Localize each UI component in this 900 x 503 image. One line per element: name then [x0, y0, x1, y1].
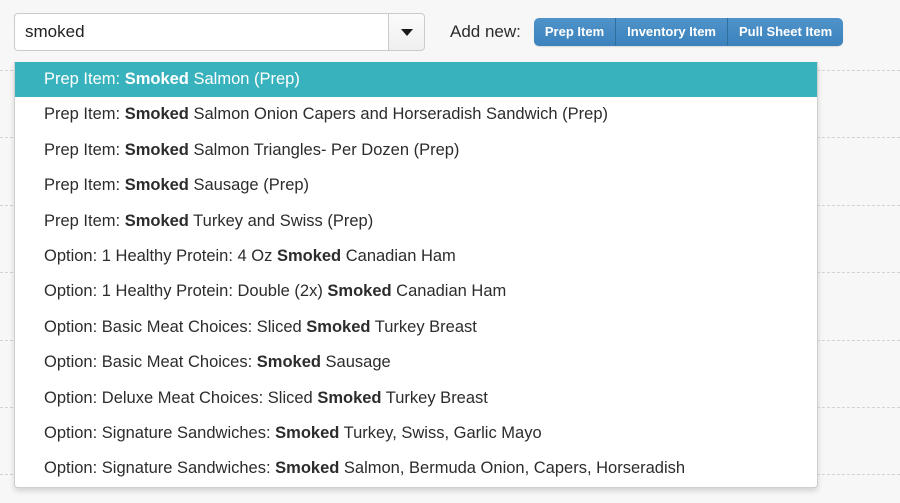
toolbar: Add new: Prep ItemInventory ItemPull She…	[0, 0, 900, 62]
add-new-button-prep-item[interactable]: Prep Item	[533, 18, 617, 46]
result-match-term: Smoked	[276, 246, 342, 265]
result-row[interactable]: Option: 1 Healthy Protein: 4 Oz Smoked C…	[15, 239, 817, 274]
result-suffix: Sausage (Prep)	[188, 176, 310, 195]
caret-down-icon	[400, 28, 413, 36]
result-prefix: Option: Signature Sandwiches:	[44, 459, 276, 478]
result-prefix: Prep Item:	[44, 105, 125, 124]
result-prefix: Option: 1 Healthy Protein: Double (2x)	[44, 282, 328, 301]
result-row-selected[interactable]: Prep Item: Smoked Salmon (Prep)	[15, 62, 817, 98]
result-match-term: Smoked	[317, 388, 382, 407]
result-prefix: Option: Basic Meat Choices:	[44, 353, 257, 372]
add-new-button-group: Prep Item Inventory Item Pull Sheet Item	[533, 18, 844, 46]
result-row[interactable]: Option: 1 Healthy Protein: Double (2x) S…	[15, 274, 817, 309]
result-suffix: Canadian Ham	[391, 282, 507, 301]
search-input[interactable]	[14, 13, 388, 51]
result-prefix: Prep Item:	[44, 176, 125, 195]
result-row[interactable]: Prep Item: Smoked Salmon Onion Capers an…	[15, 97, 817, 132]
result-suffix: Salmon Onion Capers and Horseradish Sand…	[188, 105, 609, 124]
result-row[interactable]: Prep Item: Smoked Turkey and Swiss (Prep…	[15, 204, 817, 239]
result-suffix: Canadian Ham	[341, 246, 456, 265]
result-suffix: Turkey Breast	[381, 388, 488, 407]
result-match-term: Smoked	[275, 423, 340, 442]
result-suffix: Turkey and Swiss (Prep)	[188, 211, 374, 230]
dropdown-toggle-button[interactable]	[388, 13, 425, 51]
result-row[interactable]: Option: Basic Meat Choices: Smoked Sausa…	[15, 345, 817, 380]
result-prefix: Option: Signature Sandwiches:	[44, 423, 276, 442]
result-match-term: Smoked	[327, 282, 392, 301]
add-new-button-inventory-item[interactable]: Inventory Item	[616, 18, 728, 46]
result-match-term: Smoked	[275, 459, 340, 478]
autocomplete-results-panel[interactable]: Prep Item: Smoked Salmon (Prep) Prep Item…	[14, 62, 818, 488]
result-prefix: Prep Item:	[44, 211, 125, 230]
result-row[interactable]: Prep Item: Smoked Salmon Triangles- Per …	[15, 133, 817, 168]
result-match-term: Smoked	[124, 211, 189, 230]
result-suffix: Sausage	[320, 353, 391, 372]
result-row[interactable]: Prep Item: Smoked Sausage (Prep)	[15, 168, 817, 203]
result-match-term: Smoked	[256, 353, 321, 372]
add-new-group: Add new: Prep Item Inventory Item Pull She…	[450, 13, 844, 51]
add-new-label: Add new:	[450, 22, 521, 41]
result-suffix: Salmon, Bermuda Onion, Capers, Horseradi…	[339, 459, 686, 478]
result-row[interactable]: Option: Signature Sandwiches: Smoked Tur…	[15, 416, 817, 451]
add-new-button-pull-sheet-item[interactable]: Pull Sheet Item	[728, 18, 844, 46]
result-match-term: Smoked	[124, 140, 189, 159]
result-suffix: Salmon Triangles- Per Dozen (Prep)	[188, 140, 460, 159]
result-match-term: Smoked	[306, 317, 371, 336]
result-suffix: Turkey, Swiss, Garlic Mayo	[339, 423, 542, 442]
result-match-term: Smoked	[124, 70, 189, 88]
result-prefix: Prep Item:	[44, 140, 125, 159]
result-prefix: Option: Deluxe Meat Choices: Sliced	[44, 388, 318, 407]
result-match-term: Smoked	[124, 105, 189, 124]
result-match-term: Smoked	[124, 176, 189, 195]
result-row[interactable]: Option: Deluxe Meat Choices: Sliced Smok…	[15, 381, 817, 416]
search-combo	[14, 13, 425, 51]
result-prefix: Option: 1 Healthy Protein: 4 Oz	[44, 246, 277, 265]
result-row[interactable]: Option: Signature Sandwiches: Smoked Sal…	[15, 451, 817, 486]
result-row[interactable]: Option: Basic Meat Choices: Sliced Smoke…	[15, 310, 817, 345]
result-suffix: Salmon (Prep)	[188, 70, 300, 88]
result-suffix: Turkey Breast	[370, 317, 477, 336]
result-prefix: Prep Item:	[44, 70, 125, 88]
result-prefix: Option: Basic Meat Choices: Sliced	[44, 317, 307, 336]
